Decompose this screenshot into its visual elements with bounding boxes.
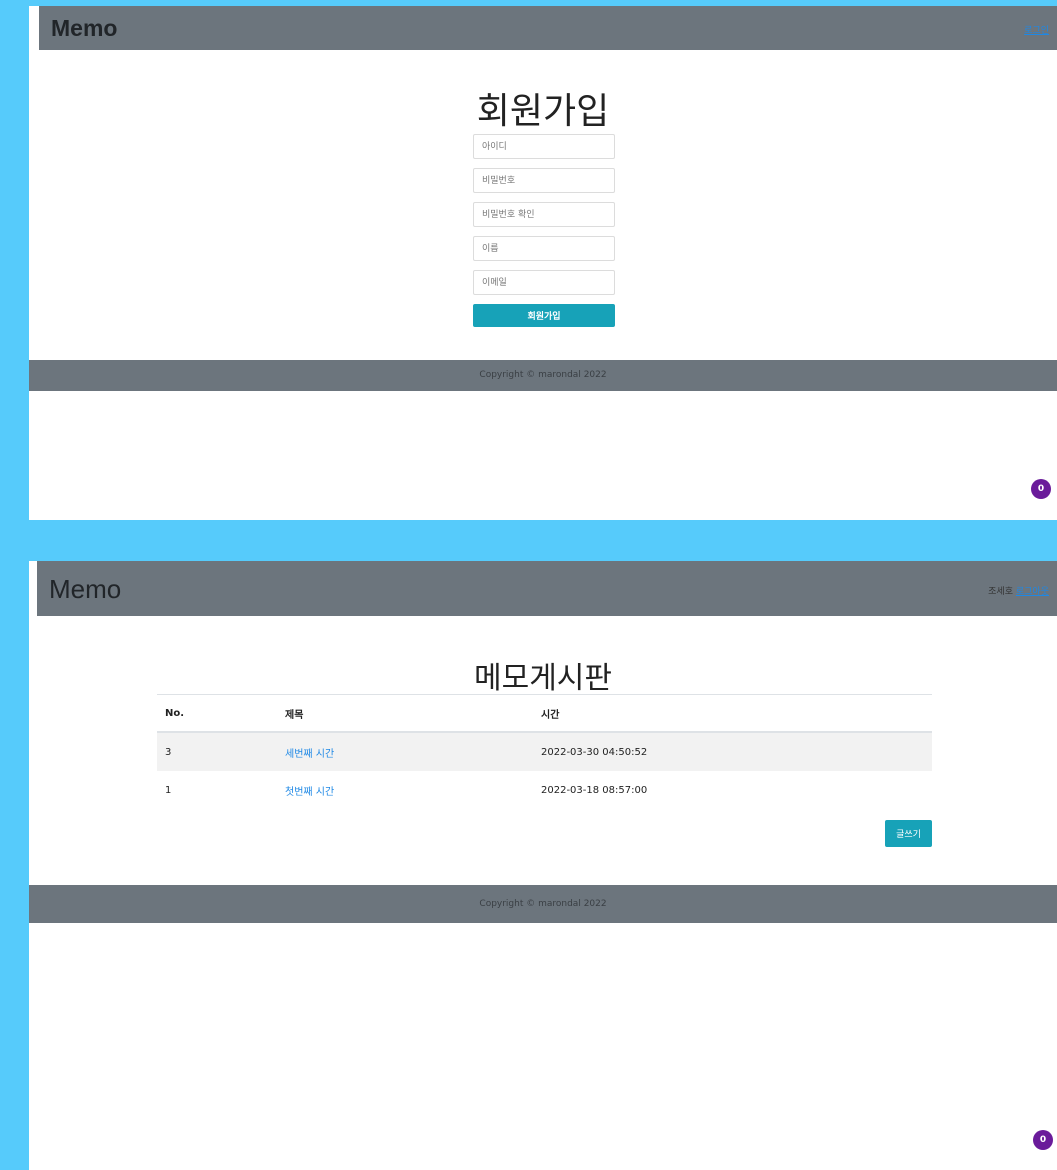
header-title: 제목 (277, 694, 533, 733)
row-title: 첫번째 시간 (277, 771, 533, 809)
id-input[interactable] (473, 134, 615, 159)
password-confirm-input[interactable] (473, 202, 615, 227)
nav-right: 로그인 (1024, 23, 1049, 36)
notification-badge[interactable]: 0 (1031, 479, 1051, 499)
row-time: 2022-03-18 08:57:00 (541, 784, 648, 796)
page-title: 회원가입 (476, 91, 610, 132)
email-input[interactable] (473, 270, 615, 295)
user-greeting: 조세호 (988, 587, 1013, 597)
footer: Copyright © marondal 2022 (29, 360, 1057, 391)
row-no: 3 (165, 746, 172, 758)
header-no: No. (157, 694, 277, 733)
footer: Copyright © marondal 2022 (29, 885, 1057, 923)
brand-logo[interactable]: Memo (49, 574, 121, 605)
memo-board-page: Memo 조세호 로그아웃 메모게시판 No. 제목 시간 3 세번째 시간 2… (29, 561, 1057, 1170)
memo-title-link[interactable]: 세번째 시간 (285, 749, 334, 760)
name-input[interactable] (473, 236, 615, 261)
signup-form: 회원가입 (473, 134, 615, 327)
password-input[interactable] (473, 168, 615, 193)
table-row: 1 첫번째 시간 2022-03-18 08:57:00 (157, 771, 932, 809)
brand-logo[interactable]: Memo (51, 15, 117, 42)
signup-button[interactable]: 회원가입 (473, 304, 615, 327)
signup-page: Memo 로그인 회원가입 회원가입 Copyright © marondal … (29, 6, 1057, 520)
memo-table: No. 제목 시간 3 세번째 시간 2022-03-30 04:50:52 1… (157, 694, 932, 809)
write-button[interactable]: 글쓰기 (885, 820, 932, 847)
row-time: 2022-03-30 04:50:52 (541, 746, 648, 758)
login-link[interactable]: 로그인 (1024, 26, 1049, 36)
header-time: 시간 (533, 694, 932, 733)
table-row: 3 세번째 시간 2022-03-30 04:50:52 (157, 732, 932, 771)
navbar: Memo 조세호 로그아웃 (37, 561, 1057, 616)
nav-right: 조세호 로그아웃 (988, 584, 1049, 597)
page-title: 메모게시판 (474, 661, 612, 696)
row-no: 1 (165, 784, 172, 796)
table-header-row: No. 제목 시간 (157, 694, 932, 733)
logout-link[interactable]: 로그아웃 (1016, 587, 1049, 597)
notification-badge[interactable]: 0 (1033, 1130, 1053, 1150)
row-title: 세번째 시간 (277, 732, 533, 771)
memo-title-link[interactable]: 첫번째 시간 (285, 787, 334, 798)
navbar: Memo 로그인 (39, 6, 1057, 50)
